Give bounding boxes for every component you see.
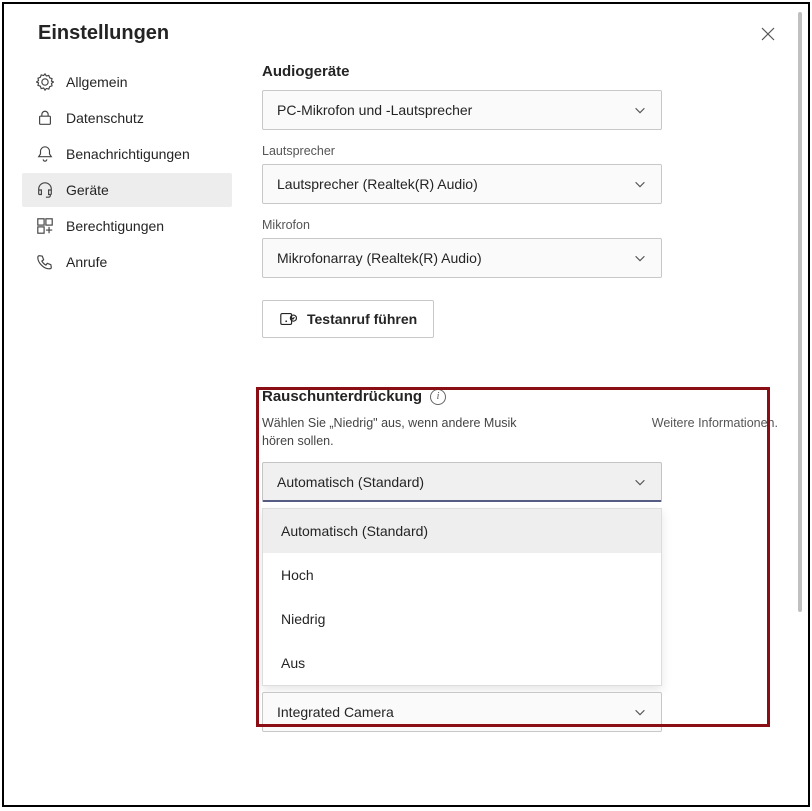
sidebar-item-devices[interactable]: Geräte (22, 173, 232, 207)
sidebar-item-privacy[interactable]: Datenschutz (22, 101, 232, 135)
sidebar-item-notifications[interactable]: Benachrichtigungen (22, 137, 232, 171)
bell-icon (36, 145, 54, 163)
headset-icon (36, 181, 54, 199)
settings-dialog: Einstellungen Allgemein Datenschutz (2, 2, 810, 807)
settings-main: Audiogeräte PC-Mikrofon und -Lautspreche… (232, 55, 788, 732)
camera-select[interactable]: Integrated Camera (262, 692, 662, 732)
chevron-down-icon (633, 251, 647, 265)
sidebar-item-general[interactable]: Allgemein (22, 65, 232, 99)
chevron-down-icon (633, 475, 647, 489)
scrollbar[interactable] (798, 12, 802, 797)
phone-icon (36, 253, 54, 271)
sidebar-item-label: Berechtigungen (66, 218, 164, 234)
chevron-down-icon (633, 103, 647, 117)
noise-description: Wählen Sie „Niedrig" aus, wenn andere Mu… (262, 415, 542, 450)
sidebar-item-label: Datenschutz (66, 110, 144, 126)
sidebar-item-label: Benachrichtigungen (66, 146, 190, 162)
speaker-label: Lautsprecher (262, 144, 778, 158)
apps-icon (36, 217, 54, 235)
mic-label: Mikrofon (262, 218, 778, 232)
camera-value: Integrated Camera (277, 704, 394, 720)
settings-sidebar: Allgemein Datenschutz Benachrichtigungen… (22, 55, 232, 732)
mic-select[interactable]: Mikrofonarray (Realtek(R) Audio) (262, 238, 662, 278)
test-call-button[interactable]: Testanruf führen (262, 300, 434, 338)
noise-option-low[interactable]: Niedrig (263, 597, 661, 641)
chevron-down-icon (633, 177, 647, 191)
noise-option-off[interactable]: Aus (263, 641, 661, 685)
close-button[interactable] (760, 26, 776, 42)
noise-more-info-link[interactable]: Weitere Informationen. (652, 415, 778, 450)
speaker-select[interactable]: Lautsprecher (Realtek(R) Audio) (262, 164, 662, 204)
gear-icon (36, 73, 54, 91)
test-call-label: Testanruf führen (307, 311, 417, 327)
noise-dropdown: Automatisch (Standard) Hoch Niedrig Aus (262, 508, 662, 686)
audio-device-value: PC-Mikrofon und -Lautsprecher (277, 102, 472, 118)
dialog-body: Allgemein Datenschutz Benachrichtigungen… (4, 55, 808, 752)
noise-title: Rauschunterdrückung (262, 388, 422, 405)
dialog-header: Einstellungen (4, 4, 808, 55)
sidebar-item-label: Anrufe (66, 254, 107, 270)
noise-option-auto[interactable]: Automatisch (Standard) (263, 509, 661, 553)
info-icon[interactable]: i (430, 389, 446, 405)
dialog-title: Einstellungen (38, 22, 169, 45)
noise-select-value: Automatisch (Standard) (277, 474, 424, 490)
audio-devices-title: Audiogeräte (262, 63, 778, 80)
lock-icon (36, 109, 54, 127)
scrollbar-thumb[interactable] (798, 12, 802, 612)
sidebar-item-calls[interactable]: Anrufe (22, 245, 232, 279)
sidebar-item-label: Geräte (66, 182, 109, 198)
noise-select[interactable]: Automatisch (Standard) (262, 462, 662, 502)
mic-value: Mikrofonarray (Realtek(R) Audio) (277, 250, 482, 266)
sidebar-item-permissions[interactable]: Berechtigungen (22, 209, 232, 243)
audio-device-select[interactable]: PC-Mikrofon und -Lautsprecher (262, 90, 662, 130)
close-icon (760, 26, 776, 42)
test-call-icon (279, 310, 297, 328)
chevron-down-icon (633, 705, 647, 719)
sidebar-item-label: Allgemein (66, 74, 127, 90)
noise-suppression-section: Rauschunterdrückung i Wählen Sie „Niedri… (262, 388, 778, 732)
speaker-value: Lautsprecher (Realtek(R) Audio) (277, 176, 478, 192)
noise-option-high[interactable]: Hoch (263, 553, 661, 597)
